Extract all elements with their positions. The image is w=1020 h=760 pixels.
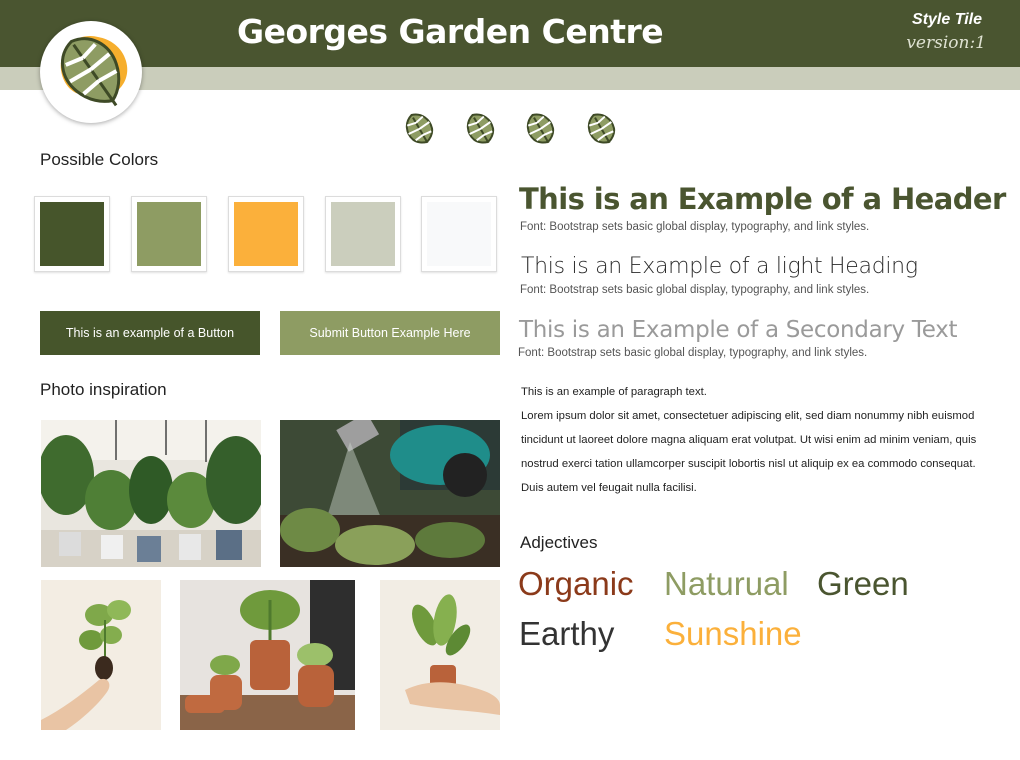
submit-button[interactable]: Submit Button Example Here <box>280 311 500 355</box>
color-swatch <box>228 196 304 272</box>
adjective-word: Green <box>817 565 909 602</box>
photo-inspiration-heading: Photo inspiration <box>40 380 167 399</box>
adjective-word: Naturual <box>664 565 789 602</box>
adjective-word: Earthy <box>519 615 615 652</box>
monstera-leaf-icon <box>587 113 616 144</box>
swatch-fill <box>234 202 298 266</box>
color-swatch <box>325 196 401 272</box>
header-sub-bar <box>0 67 1020 90</box>
swatch-fill <box>427 202 491 266</box>
font-note: Font: Bootstrap sets basic global displa… <box>518 347 868 359</box>
color-swatch <box>131 196 207 272</box>
monstera-leaf-logo-icon <box>60 35 128 107</box>
example-secondary-text: This is an Example of a Secondary Text <box>519 317 958 343</box>
photo-indoor-plants <box>41 420 261 567</box>
paragraph-example: This is an example of paragraph text. Lo… <box>521 380 991 500</box>
swatch-fill <box>331 202 395 266</box>
example-light-heading: This is an Example of a light Heading <box>521 254 918 279</box>
color-swatch <box>421 196 497 272</box>
font-note: Font: Bootstrap sets basic global displa… <box>520 221 870 233</box>
swatch-fill <box>137 202 201 266</box>
font-note: Font: Bootstrap sets basic global displa… <box>520 284 870 296</box>
paragraph-intro: This is an example of paragraph text. <box>521 386 707 398</box>
style-tile-version: version:1 <box>906 33 986 53</box>
photo-hand-holding-seedling <box>41 580 161 730</box>
color-swatch <box>34 196 110 272</box>
swatch-fill <box>40 202 104 266</box>
adjectives-heading: Adjectives <box>520 533 598 552</box>
possible-colors-heading: Possible Colors <box>40 150 159 169</box>
monstera-leaf-icon <box>466 113 495 144</box>
adjective-word: Organic <box>518 565 634 602</box>
logo[interactable] <box>40 21 142 123</box>
example-header: This is an Example of a Header <box>519 182 1006 216</box>
photo-terracotta-pots <box>180 580 355 730</box>
style-tile-label: Style Tile <box>912 11 982 28</box>
monstera-leaf-icon <box>405 113 434 144</box>
adjective-word: Sunshine <box>664 615 802 652</box>
photo-hand-holding-potted-plant <box>380 580 500 730</box>
photo-watering-plants <box>280 420 500 567</box>
monstera-leaf-icon <box>526 113 555 144</box>
example-button[interactable]: This is an example of a Button <box>40 311 260 355</box>
paragraph-body: Lorem ipsum dolor sit amet, consectetuer… <box>521 410 977 494</box>
site-title: Georges Garden Centre <box>237 12 664 51</box>
